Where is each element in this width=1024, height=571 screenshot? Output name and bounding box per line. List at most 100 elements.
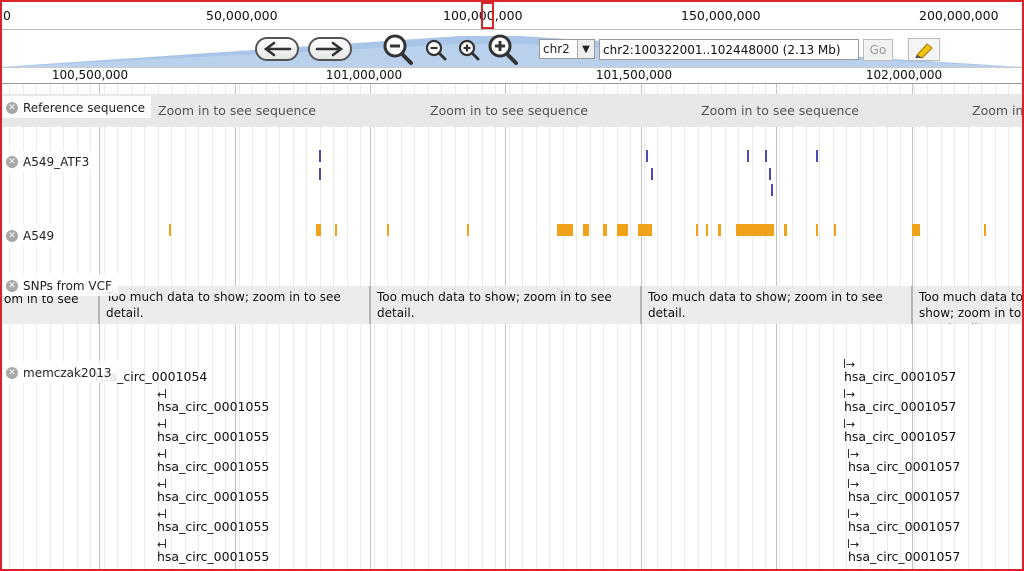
peak-feature[interactable]	[335, 224, 337, 236]
peak-feature[interactable]	[557, 224, 573, 236]
circrna-feature[interactable]	[848, 449, 849, 458]
snp-message-cell: Too much data to show; zoom in to see de…	[99, 286, 370, 324]
circrna-label[interactable]: hsa_circ_0001057	[848, 519, 960, 534]
peak-feature[interactable]	[651, 168, 653, 180]
track-label-a549[interactable]: ✕ A549	[2, 224, 61, 246]
peak-feature[interactable]	[747, 150, 749, 162]
grid-line	[981, 84, 982, 571]
circrna-label[interactable]: hsa_circ_0001055	[157, 399, 269, 414]
peak-feature[interactable]	[603, 224, 607, 236]
peak-feature[interactable]	[319, 150, 321, 162]
peak-feature[interactable]	[583, 224, 589, 236]
peak-feature[interactable]	[984, 224, 986, 236]
ruler-label: 102,000,000	[865, 68, 943, 82]
circrna-feature[interactable]	[844, 389, 845, 398]
peak-feature[interactable]	[316, 224, 321, 236]
zoom-in-large-button[interactable]	[487, 34, 519, 66]
zoom-out-large-button[interactable]	[382, 34, 414, 66]
peak-feature[interactable]	[834, 224, 836, 236]
grid-line	[482, 84, 483, 571]
circrna-label[interactable]: hsa_circ_0001055	[157, 489, 269, 504]
grid-line	[995, 84, 996, 571]
overview-location-marker[interactable]	[481, 2, 494, 29]
circrna-label[interactable]: hsa_circ_0001057	[844, 429, 956, 444]
go-button[interactable]: Go	[863, 39, 893, 61]
overview-ruler[interactable]: 0 50,000,000 100,000,000 150,000,000 200…	[0, 0, 1024, 30]
close-icon[interactable]: ✕	[6, 156, 18, 168]
circrna-label[interactable]: hsa_circ_0001055	[157, 519, 269, 534]
grid-line-major	[505, 84, 506, 571]
peak-feature[interactable]	[638, 224, 652, 236]
circrna-label[interactable]: hsa_circ_0001057	[844, 399, 956, 414]
grid-line	[833, 84, 834, 571]
peak-feature[interactable]	[912, 224, 920, 236]
zoom-in-icon	[458, 39, 480, 61]
circrna-feature[interactable]	[848, 509, 849, 518]
grid-line	[347, 84, 348, 571]
peak-feature[interactable]	[387, 224, 389, 236]
peak-feature[interactable]	[467, 224, 469, 236]
grid-line	[644, 84, 645, 571]
peak-feature[interactable]	[169, 224, 171, 236]
grid-line	[671, 84, 672, 571]
grid-line	[738, 84, 739, 571]
peak-feature[interactable]	[771, 184, 773, 196]
close-icon[interactable]: ✕	[6, 280, 18, 292]
grid-line	[806, 84, 807, 571]
peak-feature[interactable]	[769, 168, 771, 180]
peak-feature[interactable]	[736, 224, 774, 236]
grid-line	[563, 84, 564, 571]
pan-left-button[interactable]	[255, 37, 299, 61]
peak-feature[interactable]	[816, 224, 818, 236]
track-label-reference-sequence[interactable]: ✕ Reference sequence	[2, 96, 152, 118]
sequence-zoom-message: Zoom in to see sequence	[972, 103, 1024, 118]
zoom-in-small-button[interactable]	[457, 38, 481, 62]
circrna-feature[interactable]	[848, 479, 849, 488]
track-label-snps-from-vcf[interactable]: ✕ SNPs from VCF	[2, 274, 118, 296]
peak-feature[interactable]	[617, 224, 628, 236]
circrna-label[interactable]: hsa_circ_0001057	[848, 549, 960, 564]
track-label-memczak2013[interactable]: ✕ memczak2013	[2, 361, 118, 383]
grid-line	[441, 84, 442, 571]
peak-feature[interactable]	[718, 224, 721, 236]
peak-feature[interactable]	[319, 168, 321, 180]
close-icon[interactable]: ✕	[6, 102, 18, 114]
circrna-label[interactable]: hsa_circ_0001057	[848, 489, 960, 504]
peak-feature[interactable]	[816, 150, 818, 162]
grid-line	[698, 84, 699, 571]
zoom-out-small-button[interactable]	[424, 38, 448, 62]
circrna-feature[interactable]	[844, 419, 845, 428]
close-icon[interactable]: ✕	[6, 230, 18, 242]
track-label-a549-atf3[interactable]: ✕ A549_ATF3	[2, 150, 96, 172]
zoom-out-icon	[425, 39, 447, 61]
grid-line	[468, 84, 469, 571]
grid-line	[617, 84, 618, 571]
circrna-feature[interactable]	[844, 359, 845, 368]
grid-line	[104, 84, 105, 571]
circrna-label[interactable]: hsa_circ_0001055	[157, 429, 269, 444]
overview-label: 150,000,000	[681, 8, 761, 23]
pan-right-button[interactable]	[308, 37, 352, 61]
peak-feature[interactable]	[646, 150, 648, 162]
circrna-label[interactable]: hsa_circ_0001055	[157, 549, 269, 564]
peak-feature[interactable]	[696, 224, 698, 236]
track-container[interactable]: Zoom in to see sequence Zoom in to see s…	[0, 84, 1024, 571]
peak-feature[interactable]	[765, 150, 767, 162]
chromosome-select[interactable]: chr2 ▼	[539, 39, 595, 59]
highlight-button[interactable]	[908, 38, 940, 61]
circrna-label[interactable]: hsa_circ_0001057	[844, 369, 956, 384]
grid-line	[549, 84, 550, 571]
close-icon[interactable]: ✕	[6, 367, 18, 379]
circrna-label[interactable]: hsa_circ_0001057	[848, 459, 960, 474]
peak-feature[interactable]	[706, 224, 708, 236]
sequence-zoom-message: Zoom in to see sequence	[430, 103, 589, 118]
overview-label: 50,000,000	[206, 8, 278, 23]
circrna-label[interactable]: hsa_circ_0001055	[157, 459, 269, 474]
grid-line	[792, 84, 793, 571]
zoom-out-icon	[383, 34, 413, 65]
location-input[interactable]	[599, 39, 859, 60]
peak-feature[interactable]	[784, 224, 787, 236]
circrna-feature[interactable]	[848, 539, 849, 548]
grid-line	[360, 84, 361, 571]
grid-line	[630, 84, 631, 571]
